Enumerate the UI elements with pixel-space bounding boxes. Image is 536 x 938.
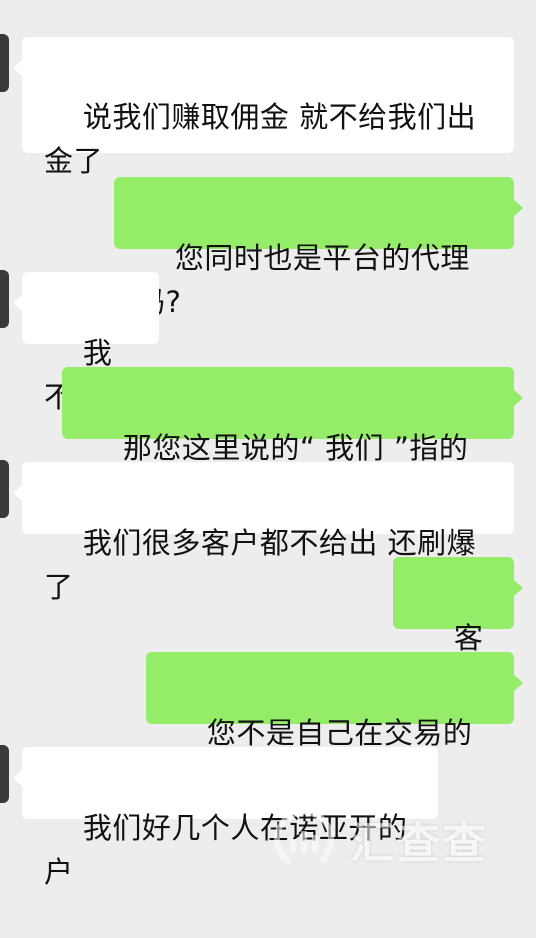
outgoing-message-bubble[interactable]: 您同时也是平台的代理吗? xyxy=(114,177,523,319)
contact-avatar[interactable] xyxy=(0,745,9,803)
watermark-text: 汇查查 xyxy=(350,818,488,869)
message-text: 说我们赚取佣金 就不给我们出金了 xyxy=(44,100,477,178)
huichacha-logo-icon xyxy=(273,809,334,869)
incoming-message-bubble[interactable]: 我们很多客户都不给出 还刷爆了 xyxy=(13,462,514,604)
contact-avatar[interactable] xyxy=(0,34,9,92)
outgoing-message-bubble[interactable]: 客户? xyxy=(393,557,523,699)
message-text: 您同时也是平台的代理吗? xyxy=(136,241,470,319)
contact-avatar[interactable] xyxy=(0,460,9,518)
outgoing-message-bubble[interactable]: 您不是自己在交易的吗? xyxy=(146,652,523,794)
chat-area[interactable]: 说我们赚取佣金 就不给我们出金了 您同时也是平台的代理吗? 我不是 那您这里说的… xyxy=(0,0,536,892)
incoming-message-bubble[interactable]: 说我们赚取佣金 就不给我们出金了 xyxy=(13,37,514,178)
incoming-message-bubble[interactable]: 我不是 xyxy=(13,272,159,414)
contact-avatar[interactable] xyxy=(0,270,9,328)
outgoing-message-bubble[interactable]: 那您这里说的“ 我们 ”指的是? xyxy=(62,367,523,509)
watermark: 汇查查 xyxy=(272,803,488,875)
